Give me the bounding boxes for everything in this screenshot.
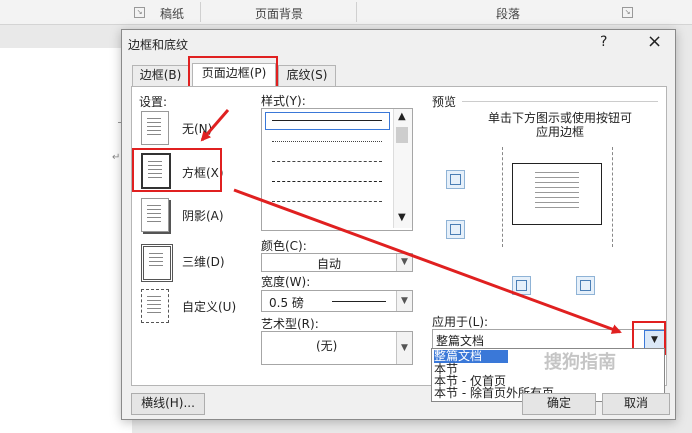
- annotation-arrows: [200, 109, 622, 334]
- annotation-arrow-icon: [200, 109, 230, 142]
- annotation-arrow-icon: [233, 188, 622, 334]
